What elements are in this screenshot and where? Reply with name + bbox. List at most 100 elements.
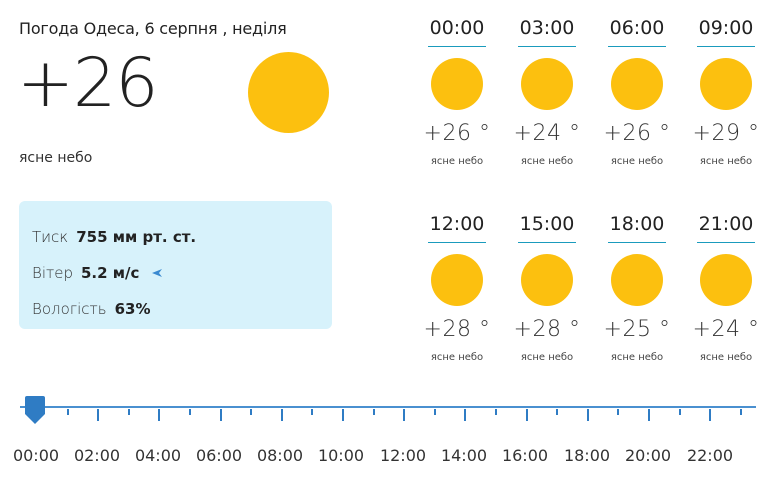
time-label[interactable]: 02:00 — [67, 446, 127, 465]
slider-tick — [648, 409, 650, 421]
hour-temperature: +26 ° — [423, 121, 491, 146]
time-label[interactable]: 08:00 — [250, 446, 310, 465]
slider-tick — [709, 409, 712, 421]
slider-tick — [556, 409, 559, 415]
slider-tick — [372, 409, 375, 415]
sun-icon — [521, 58, 573, 110]
slider-tick — [66, 409, 69, 415]
divider — [608, 242, 666, 243]
hour-description: ясне небо — [520, 352, 574, 363]
sun-icon — [700, 254, 752, 306]
slider-tick — [617, 409, 620, 415]
divider — [428, 242, 486, 243]
hour-temperature: +26 ° — [603, 121, 671, 146]
hour-temperature: +24 ° — [513, 121, 581, 146]
divider — [697, 242, 755, 243]
time-slider[interactable] — [20, 390, 756, 440]
slider-tick — [403, 409, 406, 421]
pressure-value: 755 мм рт. ст. — [76, 228, 197, 246]
sun-icon — [611, 254, 663, 306]
wind-value: 5.2 м/с — [80, 264, 140, 282]
time-label[interactable]: 06:00 — [189, 446, 249, 465]
hourly-forecast-item: 12:00 +28 ° ясне небо — [421, 212, 493, 363]
time-label[interactable]: 22:00 — [680, 446, 740, 465]
hour-temperature: +25 ° — [603, 317, 671, 342]
slider-tick — [525, 409, 528, 421]
sun-icon — [700, 58, 752, 110]
time-label[interactable]: 12:00 — [373, 446, 433, 465]
slider-tick — [678, 409, 681, 415]
pressure-label: Тиск — [32, 228, 69, 246]
slider-tick — [97, 409, 100, 421]
sun-icon — [248, 52, 329, 133]
sun-icon — [431, 254, 483, 306]
time-label[interactable]: 10:00 — [311, 446, 371, 465]
divider — [697, 46, 755, 47]
time-label[interactable]: 00:00 — [6, 446, 66, 465]
slider-tick — [495, 409, 497, 415]
hour-description: ясне небо — [699, 352, 753, 363]
sun-icon — [521, 254, 573, 306]
time-label[interactable]: 14:00 — [434, 446, 494, 465]
hour-temperature: +24 ° — [692, 317, 760, 342]
hourly-forecast-item: 18:00 +25 ° ясне небо — [601, 212, 673, 363]
time-label[interactable]: 16:00 — [495, 446, 555, 465]
divider — [428, 46, 486, 47]
divider — [518, 242, 576, 243]
slider-tick — [739, 409, 742, 415]
pressure-row: Тиск 755 мм рт. ст. — [32, 219, 332, 255]
hour-time: 03:00 — [519, 17, 575, 39]
hour-description: ясне небо — [520, 156, 574, 167]
slider-tick — [250, 409, 253, 415]
divider — [518, 46, 576, 47]
hour-description: ясне небо — [610, 352, 664, 363]
slider-tick — [280, 409, 283, 421]
slider-tick — [464, 409, 467, 421]
hour-time: 12:00 — [429, 213, 485, 235]
hourly-forecast-item: 15:00 +28 ° ясне небо — [511, 212, 583, 363]
page-title: Погода Одеса, 6 серпня , неділя — [19, 19, 287, 38]
hour-time: 15:00 — [519, 213, 575, 235]
hour-time: 09:00 — [698, 17, 754, 39]
time-label[interactable]: 04:00 — [128, 446, 188, 465]
weather-details-panel: Тиск 755 мм рт. ст. Вітер 5.2 м/с Вологі… — [19, 201, 332, 329]
hour-time: 00:00 — [429, 17, 485, 39]
slider-tick — [127, 409, 130, 415]
hourly-forecast-item: 00:00 +26 ° ясне небо — [421, 16, 493, 167]
hour-temperature: +28 ° — [513, 317, 581, 342]
humidity-value: 63% — [114, 300, 151, 318]
current-temperature: +26 — [17, 44, 159, 123]
sun-icon — [431, 58, 483, 110]
slider-tick — [586, 409, 589, 421]
hour-time: 21:00 — [698, 213, 754, 235]
hour-description: ясне небо — [430, 352, 484, 363]
slider-handle[interactable] — [24, 395, 46, 425]
divider — [608, 46, 666, 47]
current-description: ясне небо — [19, 150, 93, 166]
hourly-forecast-item: 03:00 +24 ° ясне небо — [511, 16, 583, 167]
slider-tick — [311, 409, 314, 415]
time-label[interactable]: 20:00 — [618, 446, 678, 465]
humidity-row: Вологість 63% — [32, 291, 332, 327]
slider-tick — [158, 409, 161, 421]
hour-time: 06:00 — [609, 17, 665, 39]
hour-temperature: +28 ° — [423, 317, 491, 342]
hour-time: 18:00 — [609, 213, 665, 235]
slider-track[interactable] — [20, 406, 756, 408]
hourly-forecast-item: 09:00 +29 ° ясне небо — [690, 16, 762, 167]
hour-description: ясне небо — [610, 156, 664, 167]
slider-tick — [189, 409, 191, 415]
hourly-forecast-item: 21:00 +24 ° ясне небо — [690, 212, 762, 363]
slider-tick — [219, 409, 222, 421]
hour-description: ясне небо — [430, 156, 484, 167]
hour-temperature: +29 ° — [692, 121, 760, 146]
hour-description: ясне небо — [699, 156, 753, 167]
time-label[interactable]: 18:00 — [557, 446, 617, 465]
humidity-label: Вологість — [32, 300, 107, 318]
sun-icon — [611, 58, 663, 110]
wind-label: Вітер — [32, 264, 73, 282]
hourly-forecast-item: 06:00 +26 ° ясне небо — [601, 16, 673, 167]
slider-tick — [342, 409, 344, 421]
wind-row: Вітер 5.2 м/с — [32, 255, 332, 291]
slider-tick — [433, 409, 436, 415]
